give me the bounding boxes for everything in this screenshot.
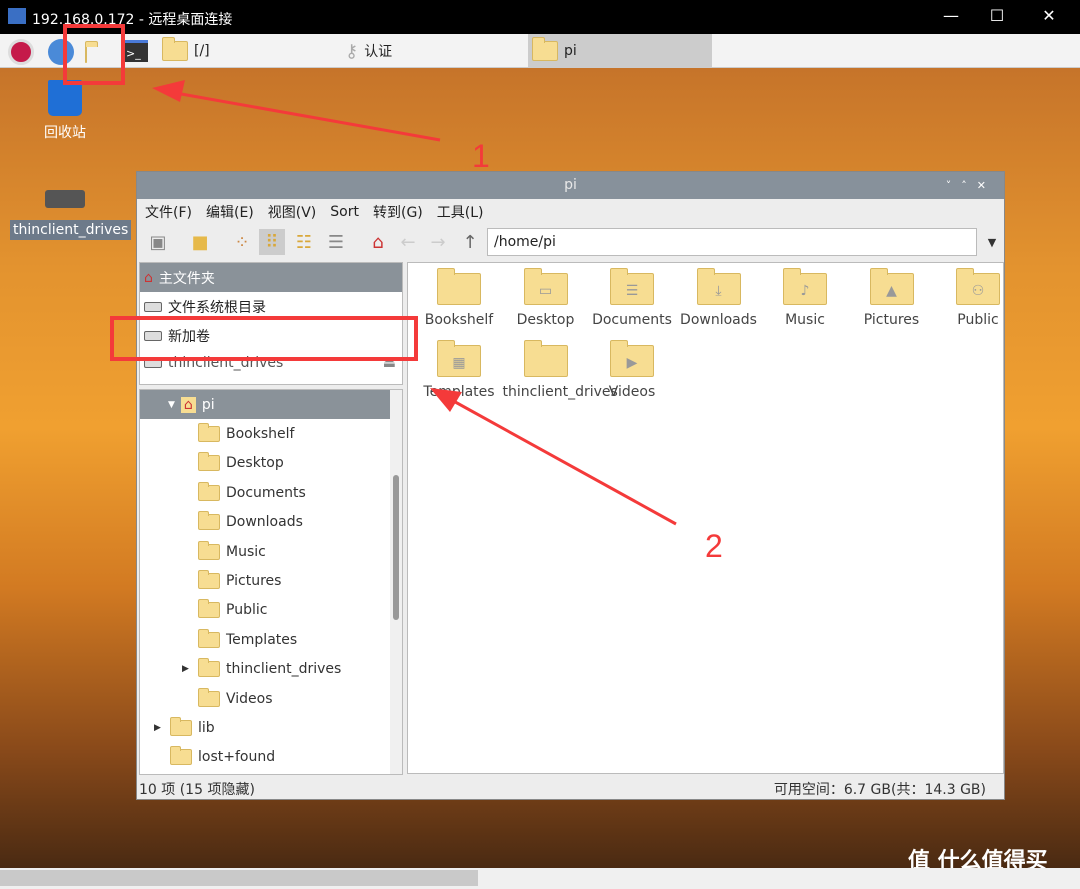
annotation-arrows bbox=[152, 80, 677, 526]
horizontal-scrollbar[interactable] bbox=[0, 868, 1080, 889]
arrow-1-head bbox=[152, 80, 185, 102]
arrow-1 bbox=[169, 90, 441, 142]
annotation-number-2: 2 bbox=[705, 528, 723, 564]
arrow-2 bbox=[447, 396, 677, 526]
arrow-2-head bbox=[430, 388, 462, 412]
scrollbar-thumb[interactable] bbox=[0, 870, 478, 886]
annotation-number-1: 1 bbox=[472, 138, 490, 174]
